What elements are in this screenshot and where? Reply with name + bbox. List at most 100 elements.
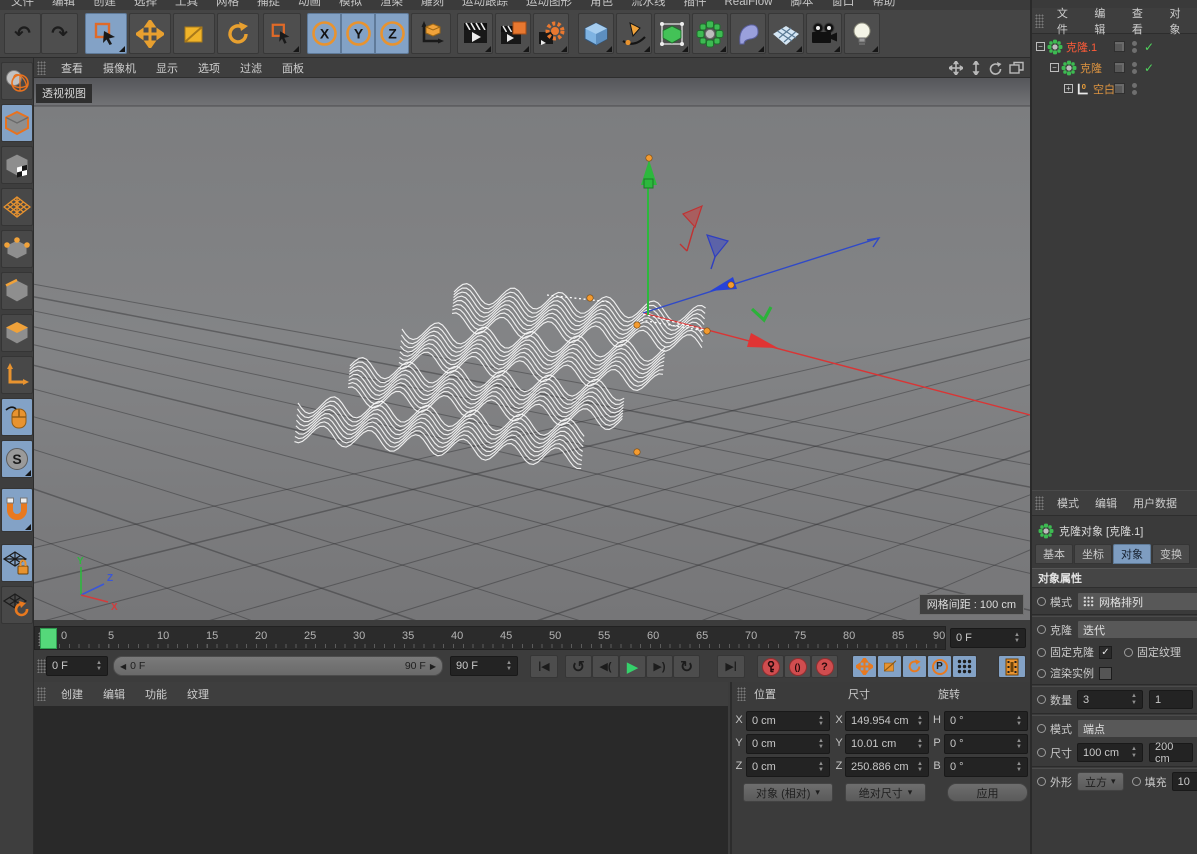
enable-axis-button[interactable] [1, 356, 33, 394]
fill-field[interactable]: 10 [1172, 772, 1197, 791]
key-position-toggle[interactable] [852, 655, 877, 678]
workplane-mode-button[interactable] [1, 188, 33, 226]
goto-start-button[interactable]: |◀ [530, 655, 558, 678]
keyable-circle-icon[interactable] [1037, 669, 1046, 678]
slider-right-arrow-icon[interactable]: ▶ [430, 662, 436, 671]
vp-menu-cameras[interactable]: 摄像机 [93, 60, 146, 76]
current-frame-field[interactable]: 0 F ▲▼ [950, 628, 1026, 648]
make-editable-button[interactable] [1, 62, 33, 100]
menu-help[interactable]: 帮助 [863, 0, 904, 10]
menu-snap[interactable]: 捕捉 [248, 0, 289, 10]
scale-tool-button[interactable] [173, 13, 215, 54]
tab-coordinates[interactable]: 坐标 [1074, 544, 1112, 564]
panel-grip[interactable] [37, 687, 46, 701]
goto-next-key-button[interactable]: ↻ [673, 655, 700, 678]
menu-edit[interactable]: 编辑 [43, 0, 84, 10]
vp-menu-filter[interactable]: 过滤 [230, 60, 272, 76]
panel-grip[interactable] [1035, 496, 1044, 510]
enabled-check-icon[interactable]: ✓ [1144, 61, 1154, 75]
mat-menu-create[interactable]: 创建 [51, 686, 93, 702]
clone-mode-dropdown[interactable]: 网格排列 [1077, 592, 1197, 611]
keyable-circle-icon[interactable] [1037, 648, 1046, 657]
keyframe-selection-button[interactable]: ? [811, 655, 838, 678]
size-y-field[interactable]: 10.01 cm▲▼ [845, 734, 929, 754]
position-z-field[interactable]: 0 cm▲▼ [746, 757, 830, 777]
expander-icon[interactable]: − [1050, 63, 1059, 72]
om-menu-object[interactable]: 对象 [1161, 5, 1197, 37]
stepper-icon[interactable]: ▲▼ [92, 660, 102, 673]
keyable-circle-icon[interactable] [1037, 777, 1046, 786]
object-name[interactable]: 克隆 [1080, 60, 1102, 76]
vp-menu-display[interactable]: 显示 [146, 60, 188, 76]
object-properties-section[interactable]: 对象属性 [1032, 568, 1197, 588]
timeline-ruler[interactable]: 0 5 10 15 20 25 30 35 40 45 50 55 60 65 … [34, 626, 946, 650]
count-x-field[interactable]: 3▲▼ [1077, 690, 1143, 709]
menu-window[interactable]: 窗口 [822, 0, 863, 10]
am-menu-userdata[interactable]: 用户数据 [1125, 495, 1185, 511]
menu-simulate[interactable]: 模拟 [330, 0, 371, 10]
fix-clone-checkbox[interactable]: ✓ [1099, 646, 1112, 659]
form-dropdown[interactable]: 立方▾ [1077, 772, 1124, 791]
vp-menu-options[interactable]: 选项 [188, 60, 230, 76]
mat-menu-function[interactable]: 功能 [135, 686, 177, 702]
enable-snap-button[interactable] [1, 488, 33, 532]
menu-plugins[interactable]: 插件 [675, 0, 716, 10]
material-manager-area[interactable] [34, 706, 728, 854]
goto-end-button[interactable]: ▶| [717, 655, 745, 678]
layer-icon[interactable] [1114, 83, 1125, 94]
record-keyframe-button[interactable] [757, 655, 784, 678]
size-mode-dropdown[interactable]: 端点 [1077, 719, 1197, 738]
zoom-view-icon[interactable] [969, 61, 983, 75]
key-scale-toggle[interactable] [877, 655, 902, 678]
visibility-dots-icon[interactable] [1132, 62, 1137, 74]
render-settings-button[interactable] [533, 13, 569, 54]
toggle-view-icon[interactable] [1009, 61, 1024, 74]
slider-left-arrow-icon[interactable]: ◀ [120, 662, 126, 671]
coordinate-system-button[interactable] [411, 13, 451, 54]
vp-menu-view[interactable]: 查看 [51, 60, 93, 76]
layer-icon[interactable] [1114, 41, 1125, 52]
lock-workplane-button[interactable] [1, 544, 33, 582]
expander-icon[interactable]: − [1036, 42, 1045, 51]
menu-motion-tracker[interactable]: 运动跟踪 [453, 0, 517, 10]
render-instance-checkbox[interactable] [1099, 667, 1112, 680]
coords-mode-dropdown[interactable]: 对象 (相对)▾ [743, 783, 833, 802]
om-menu-view[interactable]: 查看 [1124, 5, 1162, 37]
clones-dropdown[interactable]: 迭代 [1077, 620, 1197, 639]
menu-animate[interactable]: 动画 [289, 0, 330, 10]
lock-x-axis-button[interactable]: X [307, 13, 341, 54]
size-z-field[interactable]: 250.886 cm▲▼ [845, 757, 929, 777]
menu-select[interactable]: 选择 [125, 0, 166, 10]
menu-mesh[interactable]: 网格 [207, 0, 248, 10]
move-tool-button[interactable] [129, 13, 171, 54]
keyable-circle-icon[interactable] [1124, 648, 1133, 657]
enabled-check-icon[interactable]: ✓ [1144, 40, 1154, 54]
position-x-field[interactable]: 0 cm▲▼ [746, 711, 830, 731]
key-parameter-toggle[interactable]: P [927, 655, 952, 678]
next-frame-button[interactable]: ▶) [646, 655, 673, 678]
menu-script[interactable]: 脚本 [781, 0, 822, 10]
count-y-field[interactable]: 1 [1149, 690, 1193, 709]
apply-button[interactable]: 应用 [947, 783, 1028, 802]
menu-render[interactable]: 渲染 [371, 0, 412, 10]
tab-transform[interactable]: 变换 [1152, 544, 1190, 564]
key-pla-toggle[interactable] [952, 655, 977, 678]
panel-grip[interactable] [1035, 14, 1044, 28]
add-cube-button[interactable] [578, 13, 614, 54]
keyable-circle-icon[interactable] [1037, 625, 1046, 634]
visibility-dots-icon[interactable] [1132, 83, 1137, 95]
undo-button[interactable]: ↶ [4, 13, 41, 54]
rotation-p-field[interactable]: 0 °▲▼ [944, 734, 1028, 754]
open-timeline-button[interactable] [998, 655, 1026, 678]
size-x-field[interactable]: 100 cm▲▼ [1077, 743, 1143, 762]
add-deformer-button[interactable] [730, 13, 766, 54]
size-mode-dropdown[interactable]: 绝对尺寸▾ [845, 783, 926, 802]
y-axis-handle[interactable] [644, 179, 653, 188]
menu-mograph[interactable]: 运动图形 [517, 0, 581, 10]
tweak-mode-button[interactable] [1, 398, 33, 436]
menu-sculpt[interactable]: 雕刻 [412, 0, 453, 10]
stepper-icon[interactable]: ▲▼ [502, 660, 512, 673]
position-y-field[interactable]: 0 cm▲▼ [746, 734, 830, 754]
keyable-circle-icon[interactable] [1037, 695, 1046, 704]
pan-view-icon[interactable] [949, 61, 963, 75]
